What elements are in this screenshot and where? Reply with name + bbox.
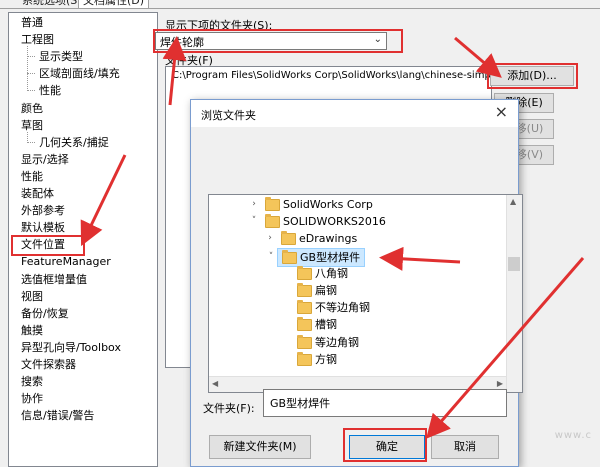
arrow-to-file-locations	[80, 154, 127, 247]
arrow-to-ok	[426, 257, 585, 439]
arrow-to-gb-folder	[379, 246, 461, 271]
watermark: www.c	[554, 430, 592, 441]
annotation-arrows	[80, 36, 585, 439]
arrow-to-combo	[162, 36, 187, 106]
arrow-to-add	[454, 36, 502, 78]
